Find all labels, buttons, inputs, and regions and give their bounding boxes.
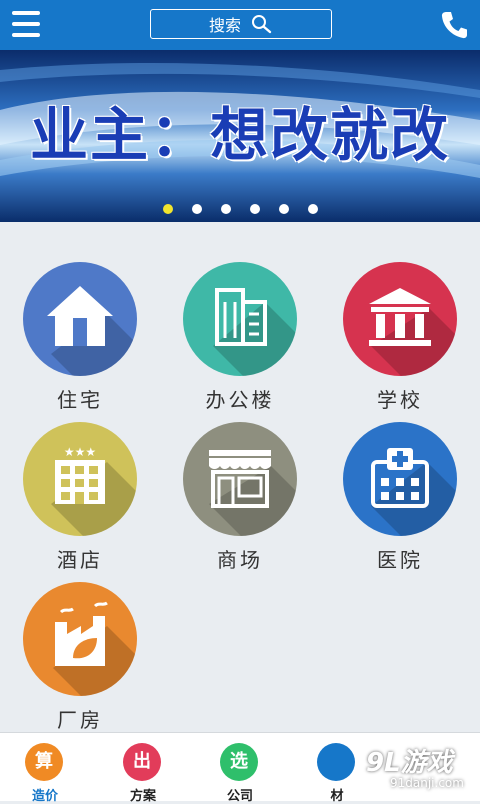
top-bar: 搜索 xyxy=(0,0,480,50)
category-label: 商场 xyxy=(217,548,263,572)
category-icon-bg xyxy=(23,582,137,696)
category-factory[interactable]: 厂房 xyxy=(0,582,160,742)
factory-icon xyxy=(55,601,108,666)
menu-icon[interactable] xyxy=(12,11,40,37)
category-label: 厂房 xyxy=(57,708,103,732)
category-label: 办公楼 xyxy=(205,388,275,412)
school-icon xyxy=(369,288,431,346)
carousel-dot-4[interactable] xyxy=(249,204,260,214)
category-office[interactable]: 办公楼 xyxy=(160,262,320,422)
tab-label: 公司 xyxy=(226,789,253,804)
hospital-icon xyxy=(371,448,429,508)
carousel-dot-1[interactable] xyxy=(162,204,173,214)
category-hotel[interactable]: ★★★ 酒店 xyxy=(0,422,160,582)
hotel-icon: ★★★ xyxy=(55,445,105,504)
carousel-indicator xyxy=(0,204,480,214)
category-icon-bg: ★★★ xyxy=(23,422,137,536)
category-mall[interactable]: 商场 xyxy=(160,422,320,582)
search-label: 搜索 xyxy=(208,16,241,35)
category-icon-bg xyxy=(343,262,457,376)
mall-icon xyxy=(209,450,271,508)
house-icon xyxy=(47,286,113,346)
office-building-icon xyxy=(215,288,267,346)
category-icon-bg xyxy=(23,262,137,376)
tab-cost[interactable]: 算 造价 xyxy=(10,741,80,804)
carousel-dot-5[interactable] xyxy=(278,204,289,214)
output-icon: 出 xyxy=(123,743,161,781)
watermark-url: 91danji.com xyxy=(390,776,464,790)
watermark-logo: 9L游戏 91danji.com xyxy=(360,742,478,794)
tab-plan[interactable]: 出 方案 xyxy=(108,741,178,804)
materials-icon xyxy=(317,743,355,781)
category-label: 学校 xyxy=(377,388,423,412)
search-box[interactable]: 搜索 xyxy=(150,9,332,39)
svg-text:★★★: ★★★ xyxy=(64,445,96,459)
tab-label: 造价 xyxy=(31,789,58,804)
category-label: 酒店 xyxy=(57,548,103,572)
carousel-dot-3[interactable] xyxy=(220,204,231,214)
calculate-icon: 算 xyxy=(25,743,63,781)
promo-banner[interactable]: 业主：想改就改 xyxy=(0,50,480,222)
category-residence[interactable]: 住宅 xyxy=(0,262,160,422)
category-icon-bg xyxy=(183,262,297,376)
category-school[interactable]: 学校 xyxy=(320,262,480,422)
select-icon: 选 xyxy=(220,743,258,781)
category-label: 住宅 xyxy=(57,388,103,412)
tab-company[interactable]: 选 公司 xyxy=(205,741,275,804)
search-icon xyxy=(252,15,272,34)
carousel-dot-6[interactable] xyxy=(307,204,318,214)
category-label: 医院 xyxy=(377,548,423,572)
category-hospital[interactable]: 医院 xyxy=(320,422,480,582)
watermark-text: 9L游戏 xyxy=(366,748,453,778)
category-icon-bg xyxy=(343,422,457,536)
carousel-dot-2[interactable] xyxy=(191,204,202,214)
tab-label: 方案 xyxy=(129,789,156,804)
category-icon-bg xyxy=(183,422,297,536)
banner-slogan: 业主：想改就改 xyxy=(29,101,450,169)
phone-icon[interactable] xyxy=(440,10,468,40)
